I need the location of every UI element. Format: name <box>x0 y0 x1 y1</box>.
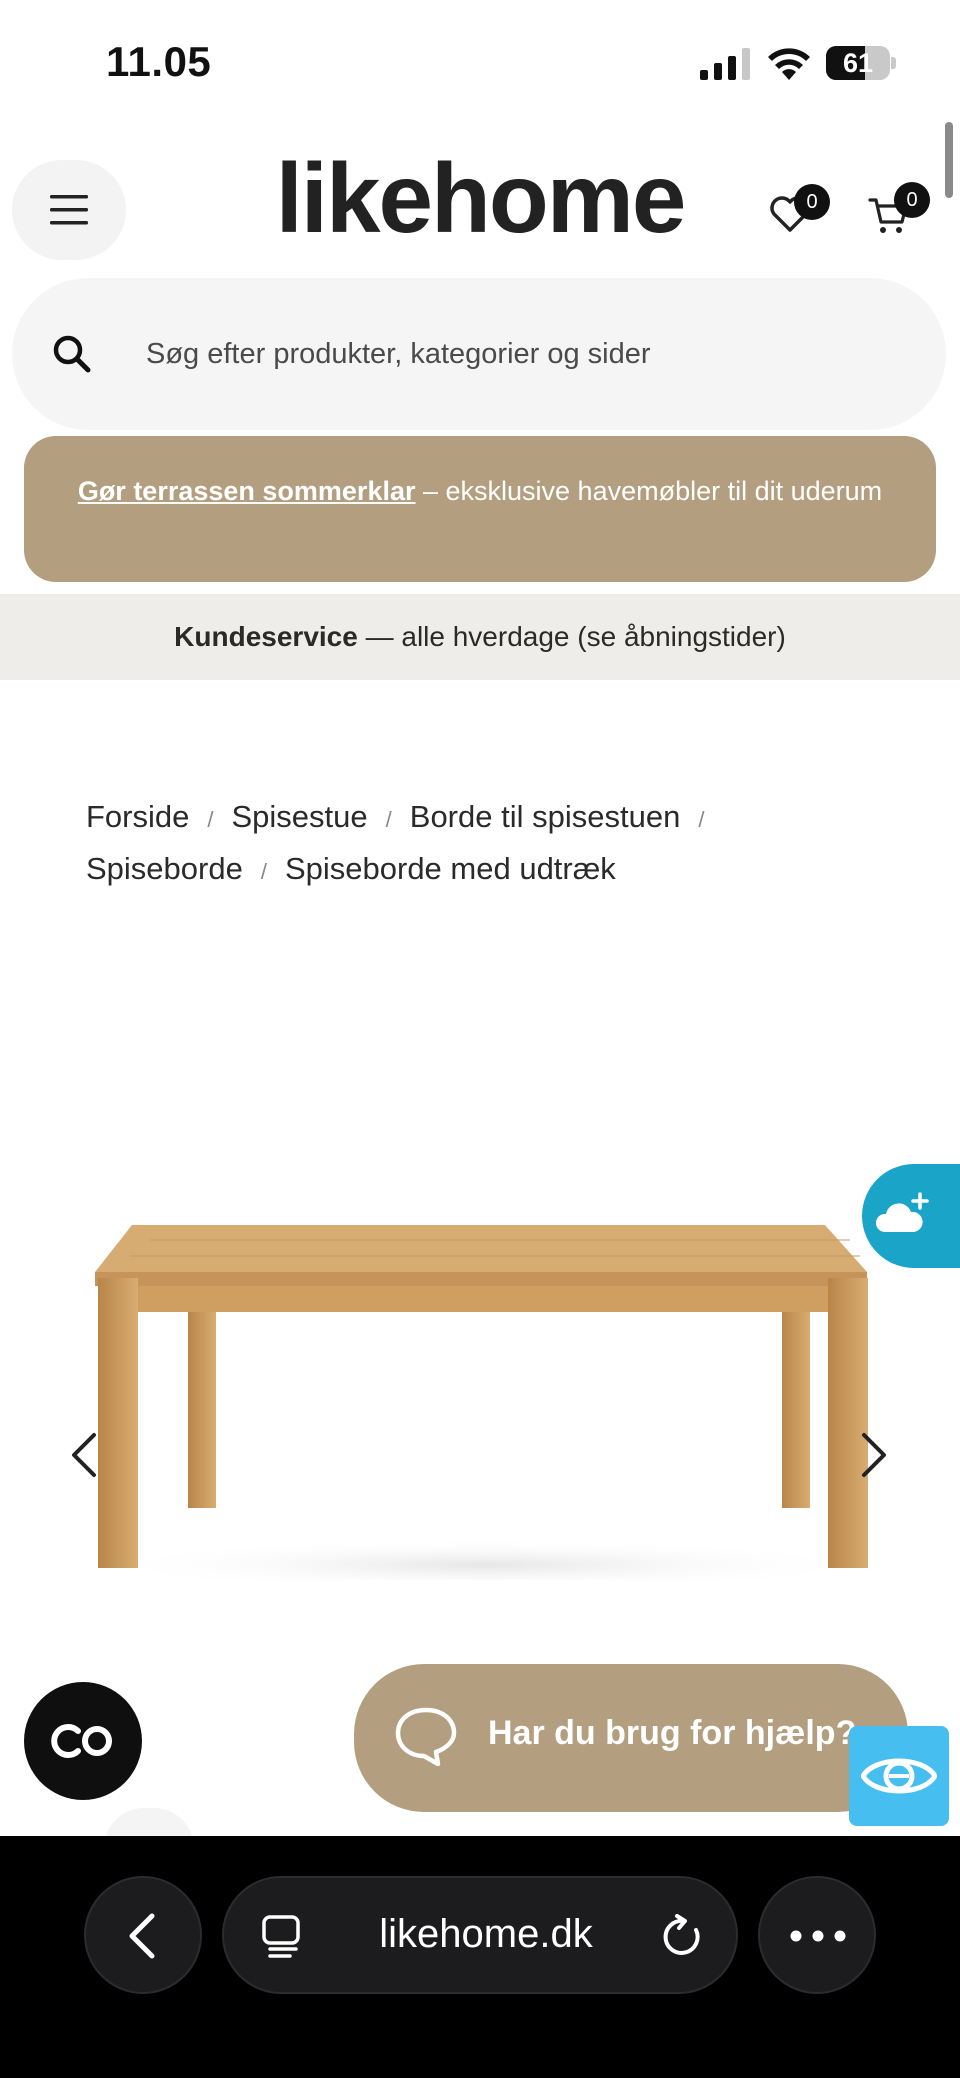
breadcrumb-item[interactable]: Spiseborde <box>86 851 243 886</box>
site-logo[interactable]: likehome <box>240 142 720 255</box>
browser-back-button[interactable] <box>84 1876 202 1994</box>
breadcrumb-separator: / <box>260 859 267 884</box>
cart-button[interactable]: 0 <box>864 180 930 240</box>
gallery-next-arrow[interactable] <box>854 1430 894 1480</box>
cloud-plus-icon <box>875 1192 929 1232</box>
help-chat-button[interactable]: Har du brug for hjælp? <box>354 1664 908 1812</box>
service-title: Kundeservice <box>174 621 358 652</box>
address-bar[interactable]: likehome.dk <box>222 1876 738 1994</box>
customer-service-bar[interactable]: Kundeservice — alle hverdage (se åbnings… <box>0 594 960 680</box>
breadcrumb-item[interactable]: Borde til spisestuen <box>410 799 681 834</box>
breadcrumb-item[interactable]: Spisestue <box>232 799 368 834</box>
help-label: Har du brug for hjælp? <box>488 1714 857 1752</box>
ellipsis-icon <box>790 1930 846 1942</box>
reader-tabs-icon[interactable] <box>260 1914 304 1960</box>
chevron-left-icon <box>129 1913 155 1959</box>
chat-bubble-icon <box>395 1707 457 1767</box>
battery-level: 61 <box>842 48 874 78</box>
reload-icon[interactable] <box>660 1914 706 1960</box>
cookie-icon <box>51 1724 112 1758</box>
product-image-gallery[interactable] <box>0 920 960 1640</box>
promo-link[interactable]: Gør terrassen sommerklar <box>78 476 416 506</box>
status-time: 11.05 <box>106 38 212 85</box>
wishlist-button[interactable]: 0 <box>764 180 830 240</box>
breadcrumb-item[interactable]: Forside <box>86 799 189 834</box>
search-icon[interactable] <box>48 330 96 378</box>
promo-text: – eksklusive havemøbler til dit uderum <box>415 476 883 506</box>
gallery-prev-arrow[interactable] <box>64 1430 104 1480</box>
search-bar[interactable] <box>12 278 946 430</box>
cookie-consent-button[interactable] <box>24 1682 142 1800</box>
service-text: — alle hverdage (se åbningstider) <box>357 621 786 652</box>
product-image <box>95 1225 875 1580</box>
scroll-indicator <box>945 122 953 198</box>
battery-icon: 61 <box>826 46 896 80</box>
breadcrumb: Forside / Spisestue / Borde til spisestuen / S… <box>86 792 866 896</box>
browser-more-button[interactable] <box>758 1876 876 1994</box>
hamburger-icon <box>50 195 88 225</box>
signal-icon <box>700 48 750 80</box>
promo-banner: Gør terrassen sommerklar – eksklusive ha… <box>24 436 936 582</box>
cart-count-badge: 0 <box>894 182 930 218</box>
breadcrumb-separator: / <box>207 807 214 832</box>
weather-widget-button[interactable] <box>862 1164 960 1268</box>
accessibility-button[interactable] <box>849 1726 949 1826</box>
breadcrumb-separator: / <box>698 807 705 832</box>
wifi-icon <box>768 48 810 80</box>
browser-toolbar: likehome.dk <box>0 1836 960 2078</box>
eye-icon <box>861 1758 937 1794</box>
breadcrumb-separator: / <box>385 807 392 832</box>
status-bar: 11.05 61 <box>0 0 960 120</box>
wishlist-count-badge: 0 <box>794 184 830 220</box>
menu-button[interactable] <box>12 160 126 260</box>
url-text: likehome.dk <box>379 1912 593 1956</box>
search-input[interactable] <box>146 324 906 384</box>
breadcrumb-item-current[interactable]: Spiseborde med udtræk <box>285 851 616 886</box>
